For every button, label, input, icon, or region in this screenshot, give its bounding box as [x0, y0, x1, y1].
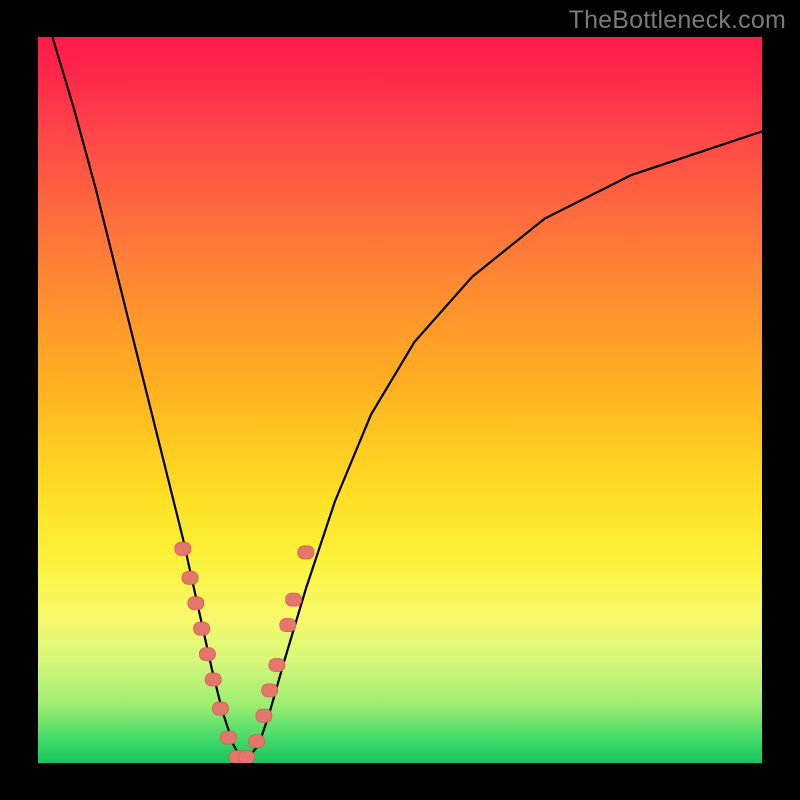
- data-marker: [256, 709, 272, 722]
- bottleneck-curve: [52, 37, 762, 758]
- marker-group: [175, 542, 314, 763]
- data-marker: [239, 751, 255, 763]
- data-marker: [182, 571, 198, 584]
- data-marker: [199, 648, 215, 661]
- data-marker: [220, 731, 236, 744]
- data-marker: [249, 735, 265, 748]
- data-marker: [188, 597, 204, 610]
- data-marker: [212, 702, 228, 715]
- plot-area: [38, 37, 762, 763]
- data-marker: [280, 619, 296, 632]
- watermark-text: TheBottleneck.com: [569, 6, 786, 35]
- chart-frame: TheBottleneck.com: [0, 0, 800, 800]
- data-marker: [262, 684, 278, 697]
- data-marker: [286, 593, 302, 606]
- data-marker: [194, 622, 210, 635]
- data-marker: [175, 542, 191, 555]
- data-marker: [205, 673, 221, 686]
- data-marker: [298, 546, 314, 559]
- data-marker: [269, 658, 285, 671]
- chart-svg: [38, 37, 762, 763]
